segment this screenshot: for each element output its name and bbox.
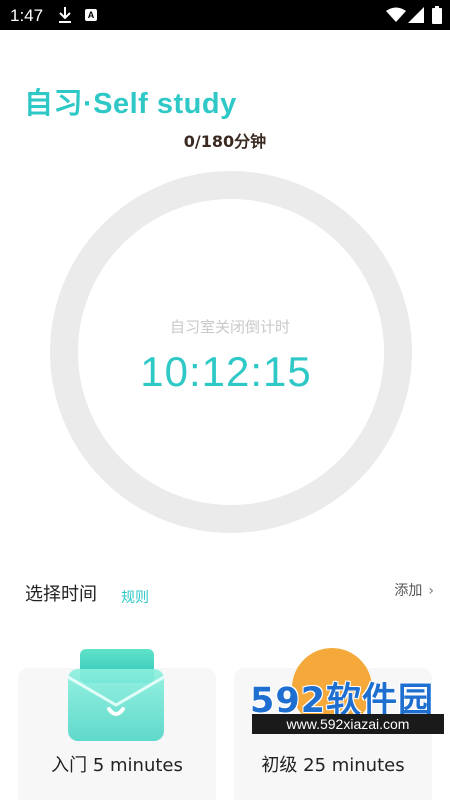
add-button-label: 添加 <box>394 583 423 599</box>
page-title: 自习·Self study <box>24 88 237 120</box>
watermark: 592软件园 www.592xiazai.com <box>246 672 450 738</box>
time-option-label: 初级 25 minutes <box>261 755 405 776</box>
select-time-heading: 选择时间 <box>25 584 97 605</box>
wifi-icon <box>386 7 406 22</box>
download-icon <box>59 7 71 23</box>
add-button[interactable]: 添加 › <box>394 580 434 600</box>
time-option-label: 入门 5 minutes <box>51 755 183 776</box>
countdown-time: 10:12:15 <box>140 348 312 395</box>
countdown-label: 自习室关闭倒计时 <box>169 318 290 336</box>
status-time: 1:47 <box>10 6 44 25</box>
watermark-url: www.592xiazai.com <box>252 714 444 734</box>
rules-link[interactable]: 规则 <box>121 587 149 607</box>
study-progress: 0/180分钟 <box>183 132 267 151</box>
envelope-icon <box>68 649 164 741</box>
chevron-right-icon: › <box>428 583 434 599</box>
battery-icon <box>432 6 442 24</box>
status-bar: 1:47 A <box>0 0 450 30</box>
signal-icon <box>408 7 424 23</box>
app-notification-icon: A <box>85 9 97 21</box>
